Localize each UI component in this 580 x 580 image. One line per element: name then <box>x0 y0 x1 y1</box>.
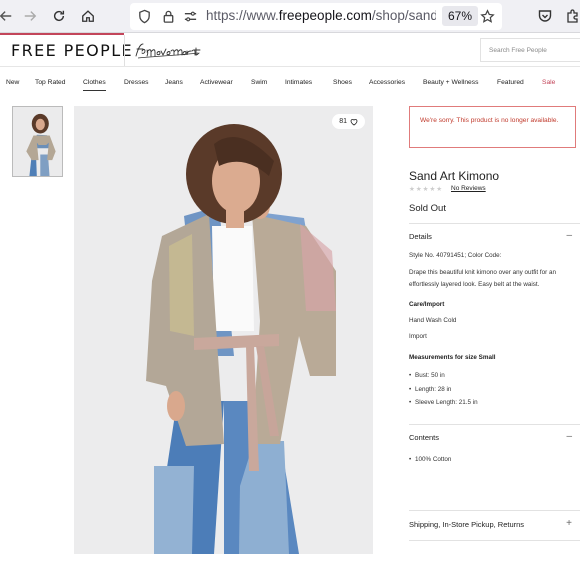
extensions-icon[interactable] <box>565 8 580 24</box>
nav-item-featured[interactable]: Featured <box>497 79 524 86</box>
model-photo <box>74 106 373 554</box>
url-prefix: https://www. <box>206 8 279 23</box>
main-product-image[interactable]: 81 <box>74 106 373 554</box>
shipping-expand-icon[interactable]: + <box>566 519 572 529</box>
like-count: 81 <box>339 118 347 125</box>
care-instructions: Hand Wash Cold <box>409 317 457 324</box>
pocket-icon[interactable] <box>537 8 553 24</box>
nav-item-sale[interactable]: Sale <box>542 79 555 86</box>
url-path: /shop/sand-art <box>371 8 436 23</box>
unavailable-alert: We're sorry. This product is no longer a… <box>409 106 576 148</box>
thumbnail-model-image <box>13 107 62 176</box>
contents-item: 100% Cotton <box>409 456 451 463</box>
contents-heading[interactable]: Contents <box>409 433 439 442</box>
lock-icon[interactable] <box>161 9 176 24</box>
browser-toolbar: https://www.freepeople.com/shop/sand-art… <box>0 0 580 33</box>
import-origin: Import <box>409 333 427 340</box>
site-header: FREE PEOPLE <box>0 33 580 67</box>
nav-item-intimates[interactable]: Intimates <box>285 79 312 86</box>
brand-accent-line <box>0 33 124 35</box>
category-nav: New Top Rated Clothes Dresses Jeans Acti… <box>0 68 580 102</box>
back-arrow-icon[interactable] <box>0 6 16 26</box>
contents-collapse-icon[interactable]: – <box>566 432 572 442</box>
nav-item-beauty-wellness[interactable]: Beauty + Wellness <box>423 79 478 86</box>
nav-item-shoes[interactable]: Shoes <box>333 79 352 86</box>
product-description: Drape this beautiful knit kimono over an… <box>409 269 557 288</box>
details-collapse-icon[interactable]: – <box>566 231 572 241</box>
measurements-heading: Measurements for size Small <box>409 354 496 361</box>
measurement-length: Length: 28 in <box>409 386 451 393</box>
care-import-heading: Care/Import <box>409 301 445 308</box>
stock-status: Sold Out <box>409 203 446 214</box>
search-input[interactable] <box>489 39 580 62</box>
product-title: Sand Art Kimono <box>409 169 500 183</box>
section-divider <box>409 424 580 425</box>
nav-item-dresses[interactable]: Dresses <box>124 79 149 86</box>
reload-icon[interactable] <box>49 6 69 26</box>
shipping-heading[interactable]: Shipping, In-Store Pickup, Returns <box>409 520 524 529</box>
bookmark-star-icon[interactable] <box>480 9 495 24</box>
site-permissions-icon[interactable] <box>183 9 198 24</box>
forward-arrow-icon[interactable] <box>20 6 40 26</box>
style-number: Style No. 40791451; Color Code: <box>409 252 502 259</box>
address-bar[interactable]: https://www.freepeople.com/shop/sand-art… <box>130 3 502 30</box>
shield-icon[interactable] <box>137 9 152 24</box>
product-thumbnail[interactable] <box>12 106 63 177</box>
section-divider <box>409 223 580 224</box>
like-count-badge[interactable]: 81 <box>332 114 365 129</box>
rating-stars: ★★★★★ <box>409 186 444 193</box>
measurement-sleeve-length: Sleeve Length: 21.5 in <box>409 399 478 406</box>
section-divider <box>409 540 580 541</box>
nav-item-new[interactable]: New <box>6 79 19 86</box>
nav-item-swim[interactable]: Swim <box>251 79 267 86</box>
zoom-level-badge[interactable]: 67% <box>442 6 479 26</box>
url-text[interactable]: https://www.freepeople.com/shop/sand-art <box>206 8 436 23</box>
nav-item-top-rated[interactable]: Top Rated <box>35 79 65 86</box>
measurement-bust: Bust: 50 in <box>409 372 445 379</box>
home-icon[interactable] <box>78 6 98 26</box>
reviews-link[interactable]: No Reviews <box>451 185 486 192</box>
nav-item-clothes[interactable]: Clothes <box>83 79 106 91</box>
nav-item-accessories[interactable]: Accessories <box>369 79 405 86</box>
free-people-logo[interactable]: FREE PEOPLE <box>11 41 133 60</box>
logo-divider <box>124 35 125 66</box>
nav-item-jeans[interactable]: Jeans <box>165 79 183 86</box>
fp-movement-logo[interactable] <box>133 37 229 63</box>
nav-item-activewear[interactable]: Activewear <box>200 79 233 86</box>
heart-icon <box>350 118 358 125</box>
section-divider <box>409 510 580 511</box>
url-host: freepeople.com <box>278 8 372 23</box>
site-search[interactable] <box>480 38 580 62</box>
details-heading[interactable]: Details <box>409 232 432 241</box>
